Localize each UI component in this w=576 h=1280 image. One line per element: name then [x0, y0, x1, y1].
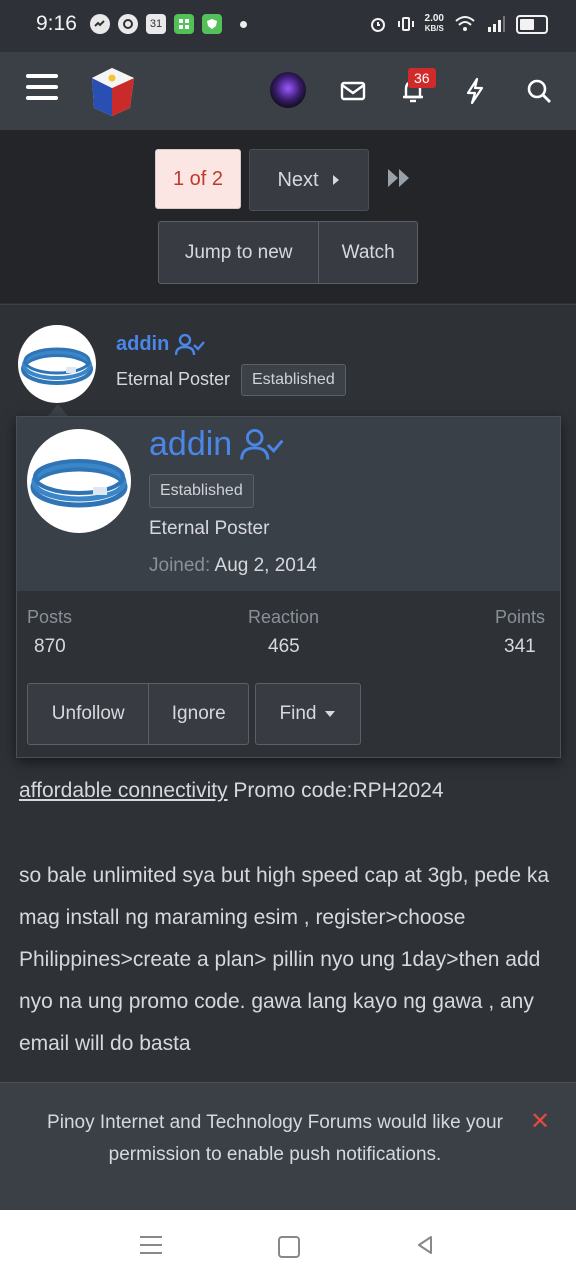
poster-avatar[interactable] — [18, 325, 96, 403]
promo-text: Promo code:RPH2024 — [233, 779, 444, 802]
joined-date: Aug 2, 2014 — [214, 555, 317, 576]
shield-icon — [202, 14, 222, 34]
search-icon[interactable] — [524, 76, 554, 106]
followed-user-icon — [240, 428, 284, 460]
thread-actions: Jump to new Watch — [158, 221, 418, 284]
menu-icon[interactable] — [26, 74, 58, 104]
inbox-icon[interactable] — [338, 76, 368, 106]
next-page-button[interactable]: Next — [249, 149, 369, 211]
cable-image — [30, 459, 128, 508]
posts-value[interactable]: 870 — [34, 636, 66, 658]
poster-title: Eternal Poster — [116, 369, 231, 389]
status-time: 9:16 — [36, 12, 77, 35]
last-page-icon[interactable] — [384, 165, 414, 191]
wifi-icon — [455, 16, 475, 31]
member-actions: Unfollow Ignore — [27, 683, 249, 745]
cable-image — [21, 347, 93, 385]
points-label: Points — [495, 607, 546, 627]
close-icon[interactable]: ✕ — [530, 1107, 550, 1136]
post-paragraph: so bale unlimited sya but high speed cap… — [19, 864, 550, 1055]
battery-icon — [516, 14, 548, 34]
points-value: 341 — [504, 636, 536, 657]
ignore-button[interactable]: Ignore — [149, 684, 248, 744]
push-permission-text: Pinoy Internet and Technology Forums wou… — [47, 1112, 503, 1165]
find-dropdown-button[interactable]: Find — [255, 683, 361, 745]
pagination-area: 1 of 2 Next Jump to new Watch — [0, 131, 576, 303]
caret-down-icon — [325, 711, 336, 717]
next-label: Next — [277, 168, 319, 191]
member-joined: Joined: Aug 2, 2014 — [149, 555, 317, 577]
lightning-icon[interactable] — [460, 76, 490, 106]
watch-button[interactable]: Watch — [319, 222, 417, 283]
back-icon[interactable] — [414, 1234, 436, 1256]
alarm-icon — [370, 18, 385, 32]
unfollow-button[interactable]: Unfollow — [28, 684, 150, 744]
status-icons-left: 31 — [90, 14, 247, 34]
member-card: addin Established Eternal Poster Joined:… — [16, 416, 561, 758]
member-username[interactable]: addin — [149, 425, 284, 464]
notification-badge: 36 — [408, 68, 436, 88]
post-header: addin Eternal Poster Established — [0, 304, 576, 423]
member-title: Eternal Poster — [149, 518, 270, 539]
calendar-icon: 31 — [146, 14, 166, 34]
reaction-value: 465 — [268, 636, 300, 657]
user-avatar[interactable] — [270, 72, 306, 108]
sync-icon — [118, 14, 138, 34]
member-card-header: addin Established Eternal Poster Joined:… — [17, 417, 560, 591]
messenger-icon — [90, 14, 110, 34]
status-bar: 9:16 31 2.00 KB/S — [0, 0, 576, 52]
page-current-indicator[interactable]: 1 of 2 — [155, 149, 241, 209]
member-badge: Established — [149, 474, 254, 508]
push-permission-banner: Pinoy Internet and Technology Forums wou… — [0, 1082, 576, 1211]
member-avatar[interactable] — [27, 429, 131, 533]
system-nav-bar — [0, 1210, 576, 1280]
posts-label: Posts — [27, 607, 73, 627]
recent-apps-icon[interactable] — [140, 1236, 162, 1260]
poster-badge: Established — [241, 364, 346, 396]
vibrate-icon — [397, 17, 414, 31]
signal-icon — [488, 16, 505, 32]
home-icon[interactable] — [278, 1236, 300, 1258]
joined-label: Joined: — [149, 555, 211, 576]
more-notifications-dot — [240, 20, 247, 28]
jump-to-new-button[interactable]: Jump to new — [159, 222, 320, 283]
post-link-line: affordable connectivity Promo code:RPH20… — [19, 770, 559, 812]
net-speed: 2.00 KB/S — [424, 13, 444, 34]
status-icons-right: 2.00 KB/S — [369, 14, 548, 34]
post-link[interactable]: affordable connectivity — [19, 779, 228, 802]
poster-username[interactable]: addin — [116, 333, 206, 356]
card-pointer — [48, 404, 68, 416]
caret-right-icon — [332, 175, 339, 185]
app-grid-icon — [174, 14, 194, 34]
followed-user-icon — [175, 333, 206, 355]
find-label: Find — [279, 703, 317, 724]
reaction-label: Reaction — [248, 607, 320, 627]
site-logo[interactable] — [86, 64, 138, 118]
site-header: 36 — [0, 52, 576, 131]
